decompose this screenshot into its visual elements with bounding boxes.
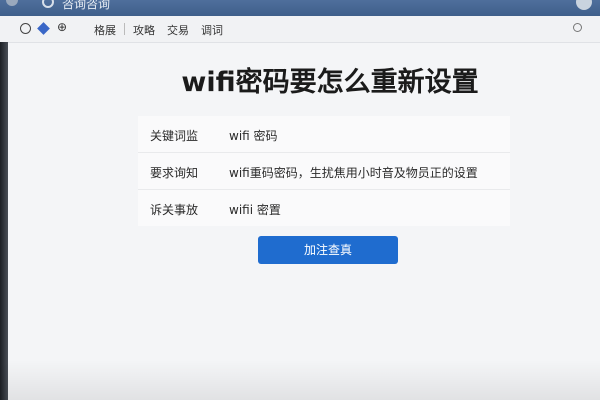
network-icon[interactable]: ⊕ <box>57 20 67 34</box>
info-row: 诉关事放 wifii 密置 <box>138 190 510 226</box>
toolbar-item-trade[interactable]: 交易 <box>167 22 189 38</box>
info-row-value: wifi重码密码，生扰焦用小时音及物员正的设置 <box>229 166 478 180</box>
close-icon[interactable] <box>576 0 592 10</box>
window-title: 咨询咨询 <box>62 0 111 11</box>
diamond-icon[interactable] <box>37 22 50 35</box>
info-row: 关键词监 wifi 密码 <box>138 116 510 153</box>
info-row-label: 要求询知 <box>150 166 199 180</box>
info-row-label: 关键词监 <box>150 129 199 143</box>
info-panel: 关键词监 wifi 密码 要求询知 wifi重码密码，生扰焦用小时音及物员正的设… <box>138 116 510 226</box>
toolbar-item-strategy[interactable]: 攻略 <box>133 22 155 38</box>
screen-shadow <box>0 360 600 400</box>
refresh-icon[interactable] <box>42 0 54 8</box>
app-icon[interactable] <box>20 23 31 34</box>
toolbar-item-words[interactable]: 调词 <box>201 22 223 38</box>
info-row-label: 诉关事放 <box>150 203 199 217</box>
window-titlebar: 咨询咨询 <box>0 0 600 16</box>
toolbar: ⊕ 格展 攻略 交易 调词 <box>0 16 600 43</box>
toolbar-item-format[interactable]: 格展 <box>94 22 116 38</box>
screen: 咨询咨询 ⊕ 格展 攻略 交易 调词 wifi密码要怎么重新设置 关键词监 wi… <box>0 0 600 400</box>
query-button[interactable]: 加注查真 <box>258 236 398 264</box>
info-row: 要求询知 wifi重码密码，生扰焦用小时音及物员正的设置 <box>138 153 510 190</box>
info-row-value: wifi 密码 <box>229 129 278 143</box>
search-icon[interactable] <box>573 23 582 32</box>
info-row-value: wifii 密置 <box>229 203 281 217</box>
page-title: wifi密码要怎么重新设置 <box>181 67 479 98</box>
window-control-icon[interactable] <box>6 0 18 6</box>
toolbar-divider <box>124 23 125 35</box>
